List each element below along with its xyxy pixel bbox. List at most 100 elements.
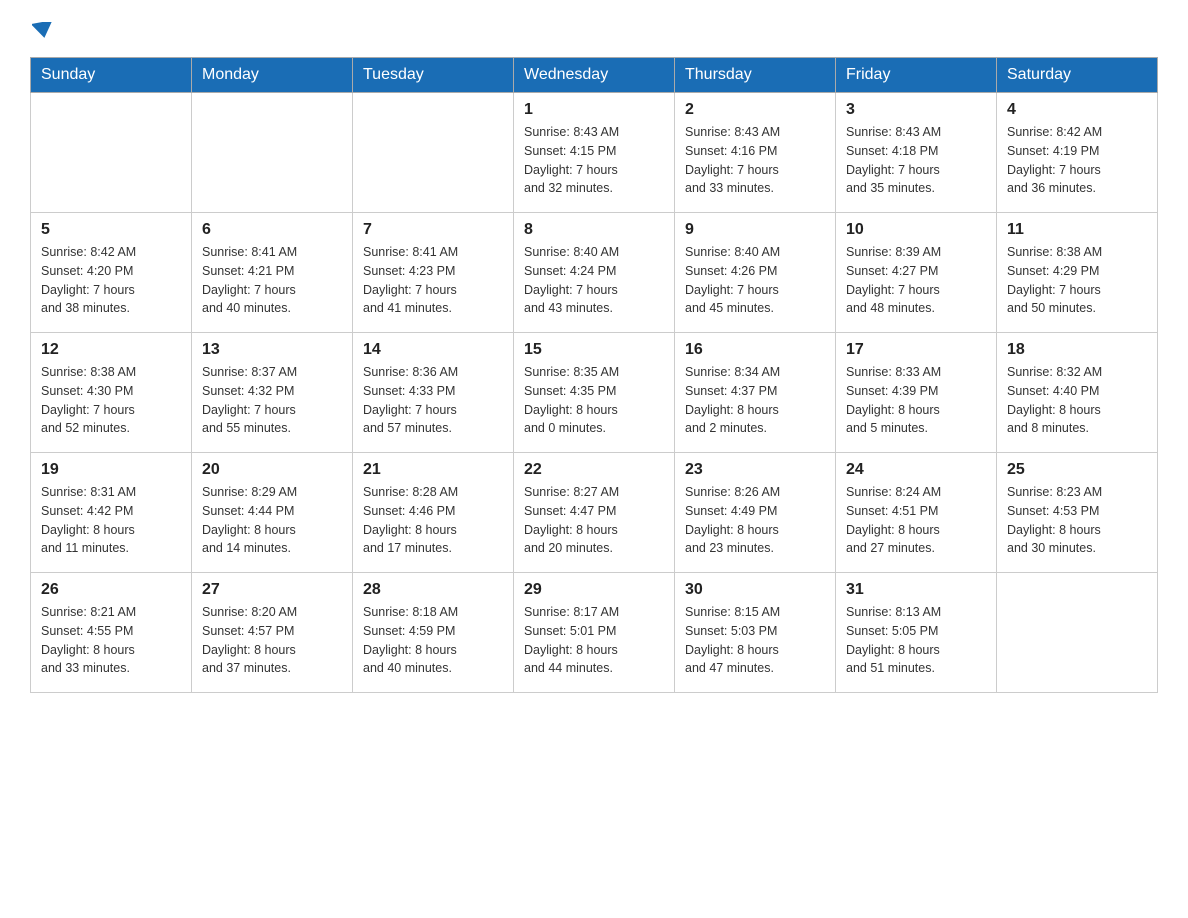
day-number: 12 (41, 341, 181, 359)
day-info: Sunrise: 8:41 AM Sunset: 4:23 PM Dayligh… (363, 243, 503, 318)
day-info: Sunrise: 8:13 AM Sunset: 5:05 PM Dayligh… (846, 603, 986, 678)
calendar-cell: 12Sunrise: 8:38 AM Sunset: 4:30 PM Dayli… (31, 333, 192, 453)
day-info: Sunrise: 8:38 AM Sunset: 4:29 PM Dayligh… (1007, 243, 1147, 318)
day-number: 1 (524, 101, 664, 119)
day-info: Sunrise: 8:26 AM Sunset: 4:49 PM Dayligh… (685, 483, 825, 558)
day-info: Sunrise: 8:18 AM Sunset: 4:59 PM Dayligh… (363, 603, 503, 678)
calendar-cell (192, 93, 353, 213)
calendar-cell: 7 Sunrise: 8:41 AM Sunset: 4:23 PM Daylig… (353, 213, 514, 333)
day-info: Sunrise: 8:27 AM Sunset: 4:47 PM Dayligh… (524, 483, 664, 558)
day-info: Sunrise: 8:35 AM Sunset: 4:35 PM Dayligh… (524, 363, 664, 438)
calendar-cell: 2Sunrise: 8:43 AM Sunset: 4:16 PM Daylig… (675, 93, 836, 213)
day-number: 28 (363, 581, 503, 599)
calendar-cell: 25Sunrise: 8:23 AM Sunset: 4:53 PM Dayli… (997, 453, 1158, 573)
calendar-header-row: SundayMondayTuesdayWednesdayThursdayFrid… (31, 58, 1158, 93)
calendar-cell: 1 Sunrise: 8:43 AM Sunset: 4:15 PM Daylig… (514, 93, 675, 213)
day-number: 20 (202, 461, 342, 479)
calendar-cell: 11 Sunrise: 8:38 AM Sunset: 4:29 PM Dayli… (997, 213, 1158, 333)
calendar-cell: 8Sunrise: 8:40 AM Sunset: 4:24 PM Daylig… (514, 213, 675, 333)
day-info: Sunrise: 8:21 AM Sunset: 4:55 PM Dayligh… (41, 603, 181, 678)
calendar-cell: 26 Sunrise: 8:21 AM Sunset: 4:55 PM Dayli… (31, 573, 192, 693)
day-number: 16 (685, 341, 825, 359)
day-info: Sunrise: 8:23 AM Sunset: 4:53 PM Dayligh… (1007, 483, 1147, 558)
logo (30, 20, 54, 37)
day-info: Sunrise: 8:37 AM Sunset: 4:32 PM Dayligh… (202, 363, 342, 438)
logo-triangle-icon (32, 22, 54, 38)
day-info: Sunrise: 8:43 AM Sunset: 4:15 PM Dayligh… (524, 123, 664, 198)
day-info: Sunrise: 8:24 AM Sunset: 4:51 PM Dayligh… (846, 483, 986, 558)
day-of-week-header: Sunday (31, 58, 192, 93)
calendar-week-row: 1 Sunrise: 8:43 AM Sunset: 4:15 PM Daylig… (31, 93, 1158, 213)
day-info: Sunrise: 8:39 AM Sunset: 4:27 PM Dayligh… (846, 243, 986, 318)
calendar-cell: 23 Sunrise: 8:26 AM Sunset: 4:49 PM Dayli… (675, 453, 836, 573)
day-number: 19 (41, 461, 181, 479)
day-info: Sunrise: 8:33 AM Sunset: 4:39 PM Dayligh… (846, 363, 986, 438)
day-of-week-header: Tuesday (353, 58, 514, 93)
day-info: Sunrise: 8:43 AM Sunset: 4:18 PM Dayligh… (846, 123, 986, 198)
calendar-cell: 17 Sunrise: 8:33 AM Sunset: 4:39 PM Dayli… (836, 333, 997, 453)
day-info: Sunrise: 8:28 AM Sunset: 4:46 PM Dayligh… (363, 483, 503, 558)
day-number: 6 (202, 221, 342, 239)
calendar-cell: 16Sunrise: 8:34 AM Sunset: 4:37 PM Dayli… (675, 333, 836, 453)
calendar-week-row: 12Sunrise: 8:38 AM Sunset: 4:30 PM Dayli… (31, 333, 1158, 453)
day-of-week-header: Saturday (997, 58, 1158, 93)
calendar-cell: 28 Sunrise: 8:18 AM Sunset: 4:59 PM Dayli… (353, 573, 514, 693)
day-number: 14 (363, 341, 503, 359)
calendar-cell: 14 Sunrise: 8:36 AM Sunset: 4:33 PM Dayli… (353, 333, 514, 453)
day-info: Sunrise: 8:40 AM Sunset: 4:26 PM Dayligh… (685, 243, 825, 318)
calendar-cell: 27 Sunrise: 8:20 AM Sunset: 4:57 PM Dayli… (192, 573, 353, 693)
calendar-cell: 18Sunrise: 8:32 AM Sunset: 4:40 PM Dayli… (997, 333, 1158, 453)
calendar-cell: 22 Sunrise: 8:27 AM Sunset: 4:47 PM Dayli… (514, 453, 675, 573)
day-info: Sunrise: 8:41 AM Sunset: 4:21 PM Dayligh… (202, 243, 342, 318)
calendar-cell: 10 Sunrise: 8:39 AM Sunset: 4:27 PM Dayli… (836, 213, 997, 333)
day-number: 24 (846, 461, 986, 479)
day-number: 30 (685, 581, 825, 599)
calendar-cell: 19 Sunrise: 8:31 AM Sunset: 4:42 PM Dayli… (31, 453, 192, 573)
calendar-cell: 4 Sunrise: 8:42 AM Sunset: 4:19 PM Daylig… (997, 93, 1158, 213)
day-number: 3 (846, 101, 986, 119)
day-info: Sunrise: 8:20 AM Sunset: 4:57 PM Dayligh… (202, 603, 342, 678)
calendar-week-row: 19 Sunrise: 8:31 AM Sunset: 4:42 PM Dayli… (31, 453, 1158, 573)
day-number: 31 (846, 581, 986, 599)
day-of-week-header: Thursday (675, 58, 836, 93)
day-number: 21 (363, 461, 503, 479)
day-of-week-header: Wednesday (514, 58, 675, 93)
day-info: Sunrise: 8:15 AM Sunset: 5:03 PM Dayligh… (685, 603, 825, 678)
day-number: 9 (685, 221, 825, 239)
day-info: Sunrise: 8:17 AM Sunset: 5:01 PM Dayligh… (524, 603, 664, 678)
day-number: 11 (1007, 221, 1147, 239)
calendar-cell: 5 Sunrise: 8:42 AM Sunset: 4:20 PM Daylig… (31, 213, 192, 333)
day-number: 18 (1007, 341, 1147, 359)
day-info: Sunrise: 8:31 AM Sunset: 4:42 PM Dayligh… (41, 483, 181, 558)
day-info: Sunrise: 8:36 AM Sunset: 4:33 PM Dayligh… (363, 363, 503, 438)
day-number: 4 (1007, 101, 1147, 119)
calendar-cell: 21 Sunrise: 8:28 AM Sunset: 4:46 PM Dayli… (353, 453, 514, 573)
page-header (30, 20, 1158, 37)
day-info: Sunrise: 8:40 AM Sunset: 4:24 PM Dayligh… (524, 243, 664, 318)
calendar-cell (31, 93, 192, 213)
calendar-cell: 13 Sunrise: 8:37 AM Sunset: 4:32 PM Dayli… (192, 333, 353, 453)
calendar-cell: 29 Sunrise: 8:17 AM Sunset: 5:01 PM Dayli… (514, 573, 675, 693)
calendar-cell: 24 Sunrise: 8:24 AM Sunset: 4:51 PM Dayli… (836, 453, 997, 573)
day-number: 23 (685, 461, 825, 479)
calendar-cell (353, 93, 514, 213)
calendar-cell: 30 Sunrise: 8:15 AM Sunset: 5:03 PM Dayli… (675, 573, 836, 693)
day-number: 29 (524, 581, 664, 599)
day-number: 7 (363, 221, 503, 239)
calendar-week-row: 26 Sunrise: 8:21 AM Sunset: 4:55 PM Dayli… (31, 573, 1158, 693)
calendar-cell: 6 Sunrise: 8:41 AM Sunset: 4:21 PM Daylig… (192, 213, 353, 333)
day-number: 26 (41, 581, 181, 599)
day-number: 5 (41, 221, 181, 239)
day-number: 13 (202, 341, 342, 359)
day-number: 10 (846, 221, 986, 239)
day-number: 22 (524, 461, 664, 479)
day-info: Sunrise: 8:42 AM Sunset: 4:20 PM Dayligh… (41, 243, 181, 318)
calendar-cell: 31 Sunrise: 8:13 AM Sunset: 5:05 PM Dayli… (836, 573, 997, 693)
calendar-table: SundayMondayTuesdayWednesdayThursdayFrid… (30, 57, 1158, 693)
day-number: 2 (685, 101, 825, 119)
calendar-cell: 3 Sunrise: 8:43 AM Sunset: 4:18 PM Daylig… (836, 93, 997, 213)
day-info: Sunrise: 8:42 AM Sunset: 4:19 PM Dayligh… (1007, 123, 1147, 198)
day-number: 27 (202, 581, 342, 599)
calendar-cell: 15Sunrise: 8:35 AM Sunset: 4:35 PM Dayli… (514, 333, 675, 453)
day-number: 17 (846, 341, 986, 359)
